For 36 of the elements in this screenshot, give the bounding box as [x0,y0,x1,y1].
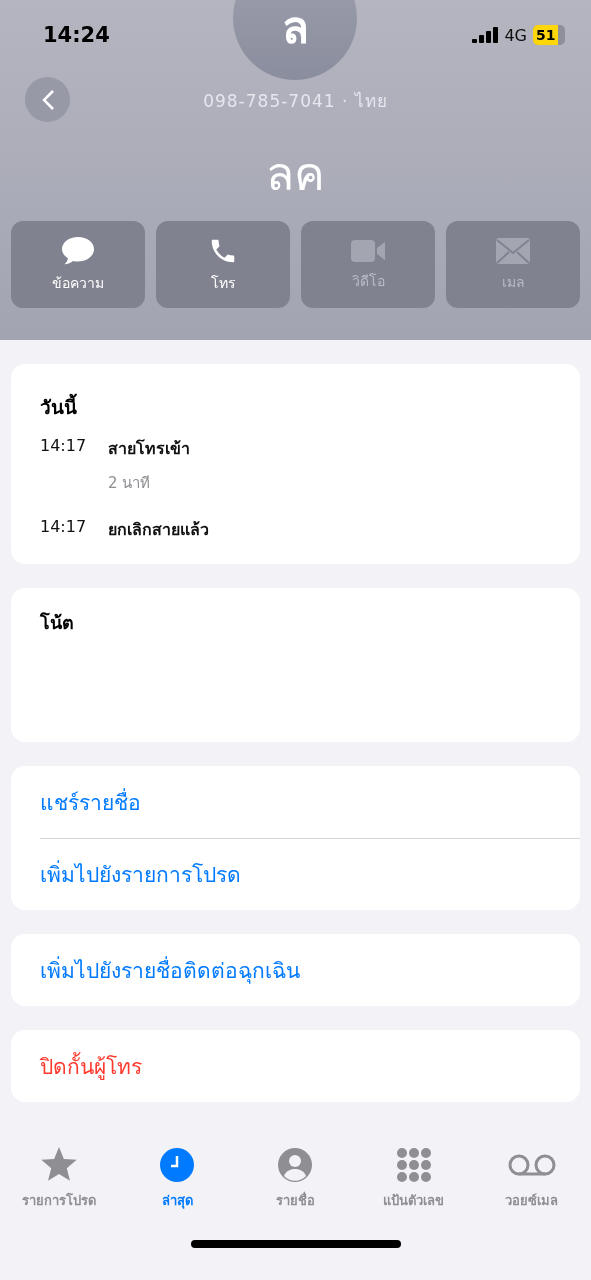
call-action-button[interactable]: โทร [156,221,290,308]
message-action-button[interactable]: ข้อความ [11,221,145,308]
person-circle-icon [278,1148,313,1182]
chevron-left-icon [40,88,55,111]
notes-card[interactable]: โน้ต [11,588,580,742]
video-camera-icon [350,237,386,264]
call-time: 14:17 [40,436,88,457]
signal-icon [472,27,499,43]
option-link[interactable]: เพิ่มไปยังรายการโปรด [40,838,580,910]
keypad-icon [395,1147,432,1183]
star-icon [40,1147,79,1183]
destructive-link[interactable]: ปิดกั้นผู้โทร [40,1030,580,1102]
call-time: 14:17 [40,517,88,538]
tab-item[interactable]: ล่าสุด [118,1146,237,1211]
contact-name: ลค [266,145,325,203]
voicemail-icon [506,1153,557,1177]
contact-avatar: ล [233,0,357,80]
speech-bubble-icon [61,235,95,266]
tab-item[interactable]: รายชื่อ [236,1146,355,1211]
back-button[interactable] [25,77,70,122]
contact-phone: 098-785-7041 · ไทย [203,89,388,113]
call-duration: 2 นาที [108,473,152,494]
call-type: สายโทรเข้า [108,438,191,460]
notes-label: โน้ต [40,612,74,633]
clock-icon [160,1148,195,1182]
tab-item[interactable]: แป้นตัวเลข [354,1146,473,1211]
envelope-icon [495,236,531,265]
option-link[interactable]: แชร์รายชื่อ [40,766,580,838]
tab-item[interactable]: รายการโปรด [0,1146,119,1211]
network-label: 4G [504,25,527,45]
option-link[interactable]: เพิ่มไปยังรายชื่อติดต่อฉุกเฉิน [40,934,580,1006]
call-type: ยกเลิกสายแล้ว [108,519,210,541]
calls-heading: วันนี้ [40,392,551,422]
tab-item[interactable]: วอยซ์เมล [472,1146,591,1211]
battery-icon: 51 [533,25,565,45]
status-time: 14:24 [43,23,110,47]
